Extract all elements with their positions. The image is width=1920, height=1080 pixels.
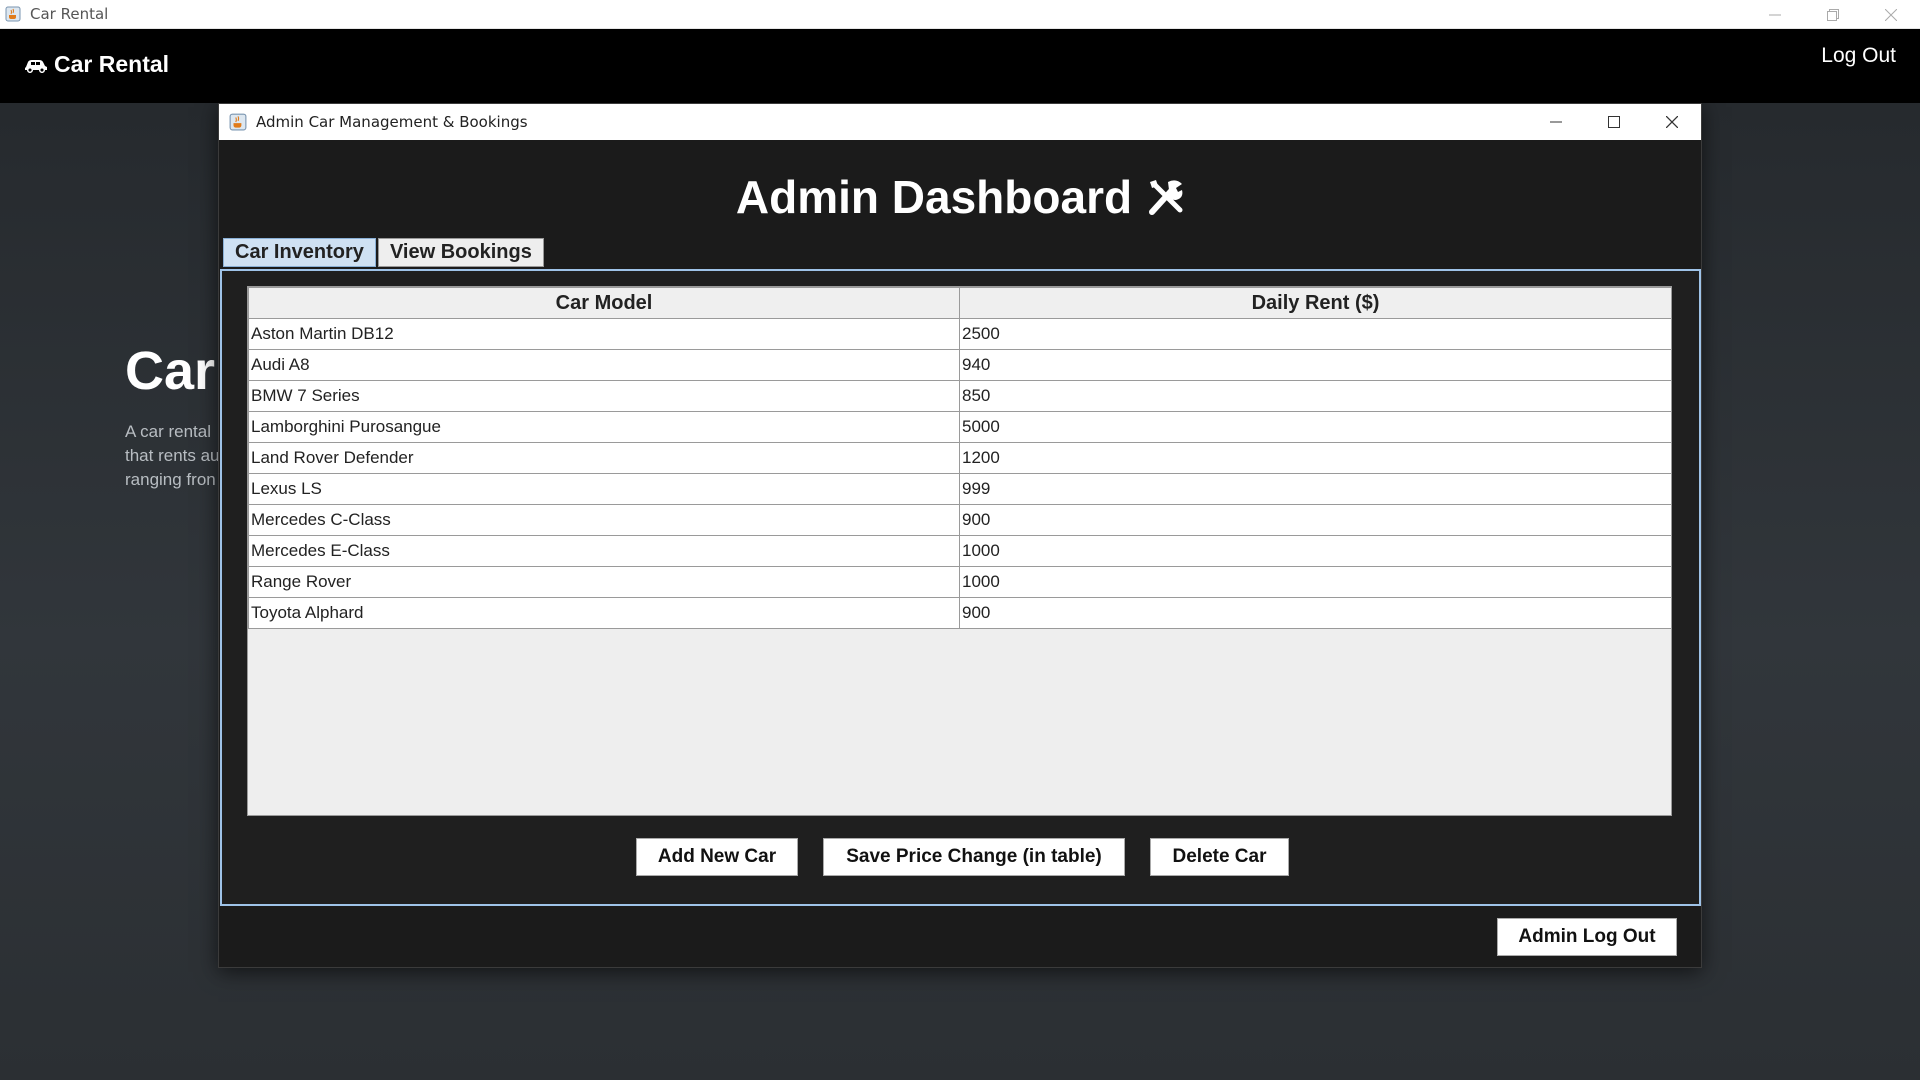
table-row[interactable]: Lexus LS 999	[248, 473, 1672, 505]
admin-log-out-button[interactable]: Admin Log Out	[1497, 918, 1677, 956]
tab-car-inventory[interactable]: Car Inventory	[223, 238, 376, 267]
car-inventory-panel: Car Model Daily Rent ($) Aston Martin DB…	[220, 269, 1701, 906]
cell-daily-rent[interactable]: 850	[959, 380, 1672, 412]
app-header: Car Rental Log Out	[0, 29, 1920, 103]
table-row[interactable]: Lamborghini Purosangue 5000	[248, 411, 1672, 443]
cell-daily-rent[interactable]: 2500	[959, 318, 1672, 350]
cell-car-model[interactable]: Mercedes C-Class	[248, 504, 960, 536]
cell-daily-rent[interactable]: 1000	[959, 535, 1672, 567]
cell-daily-rent[interactable]: 940	[959, 349, 1672, 381]
dialog-title: Admin Car Management & Bookings	[256, 113, 528, 131]
table-row[interactable]: Aston Martin DB12 2500	[248, 318, 1672, 350]
cell-daily-rent[interactable]: 1200	[959, 442, 1672, 474]
close-icon[interactable]	[1643, 104, 1701, 140]
os-window-title: Car Rental	[30, 5, 109, 23]
cell-car-model[interactable]: Toyota Alphard	[248, 597, 960, 629]
dialog-titlebar[interactable]: Admin Car Management & Bookings	[219, 104, 1701, 140]
cell-daily-rent[interactable]: 900	[959, 597, 1672, 629]
cell-daily-rent[interactable]: 900	[959, 504, 1672, 536]
table-row[interactable]: Audi A8 940	[248, 349, 1672, 381]
restore-icon[interactable]	[1804, 0, 1862, 29]
table-row[interactable]: Toyota Alphard 900	[248, 597, 1672, 629]
minimize-icon[interactable]	[1527, 104, 1585, 140]
tools-icon	[1146, 178, 1186, 216]
tab-bar: Car Inventory View Bookings	[223, 238, 546, 267]
cell-car-model[interactable]: Lamborghini Purosangue	[248, 411, 960, 443]
java-cup-icon	[228, 112, 248, 132]
dashboard-heading: Admin Dashboard	[219, 170, 1703, 224]
dashboard-heading-text: Admin Dashboard	[735, 171, 1133, 223]
table-row[interactable]: Land Rover Defender 1200	[248, 442, 1672, 474]
log-out-link[interactable]: Log Out	[1821, 44, 1896, 68]
cell-daily-rent[interactable]: 5000	[959, 411, 1672, 443]
os-titlebar: Car Rental	[0, 0, 1920, 29]
minimize-icon[interactable]	[1746, 0, 1804, 29]
delete-car-button[interactable]: Delete Car	[1150, 838, 1289, 876]
table-body: Aston Martin DB12 2500 Audi A8 940 BMW 7 Ser…	[248, 318, 1672, 629]
java-cup-icon	[4, 5, 22, 23]
close-icon[interactable]	[1862, 0, 1920, 29]
car-icon	[24, 57, 48, 73]
car-table-scrollpane[interactable]: Car Model Daily Rent ($) Aston Martin DB…	[247, 286, 1672, 816]
maximize-icon[interactable]	[1585, 104, 1643, 140]
table-row[interactable]: Mercedes E-Class 1000	[248, 535, 1672, 567]
admin-dialog: Admin Car Management & Bookings Admin Da…	[218, 103, 1702, 968]
action-button-row: Add New Car Save Price Change (in table)…	[222, 838, 1703, 876]
table-header-row: Car Model Daily Rent ($)	[248, 287, 1672, 319]
cell-car-model[interactable]: Lexus LS	[248, 473, 960, 505]
tab-view-bookings[interactable]: View Bookings	[377, 238, 544, 267]
cell-daily-rent[interactable]: 1000	[959, 566, 1672, 598]
cell-car-model[interactable]: BMW 7 Series	[248, 380, 960, 412]
cell-car-model[interactable]: Audi A8	[248, 349, 960, 381]
table-row[interactable]: BMW 7 Series 850	[248, 380, 1672, 412]
cell-car-model[interactable]: Range Rover	[248, 566, 960, 598]
table-row[interactable]: Mercedes C-Class 900	[248, 504, 1672, 536]
cell-car-model[interactable]: Mercedes E-Class	[248, 535, 960, 567]
cell-daily-rent[interactable]: 999	[959, 473, 1672, 505]
table-row[interactable]: Range Rover 1000	[248, 566, 1672, 598]
car-table: Car Model Daily Rent ($) Aston Martin DB…	[248, 287, 1672, 629]
dialog-window-controls	[1527, 104, 1701, 140]
column-header-car-model[interactable]: Car Model	[248, 287, 960, 319]
column-header-daily-rent[interactable]: Daily Rent ($)	[959, 287, 1672, 319]
brand-label: Car Rental	[54, 51, 170, 77]
cell-car-model[interactable]: Land Rover Defender	[248, 442, 960, 474]
cell-car-model[interactable]: Aston Martin DB12	[248, 318, 960, 350]
os-window-controls	[1746, 0, 1920, 29]
hero-title: Car	[125, 341, 216, 401]
add-new-car-button[interactable]: Add New Car	[636, 838, 798, 876]
save-price-change-button[interactable]: Save Price Change (in table)	[823, 838, 1125, 876]
brand: Car Rental	[24, 51, 169, 78]
